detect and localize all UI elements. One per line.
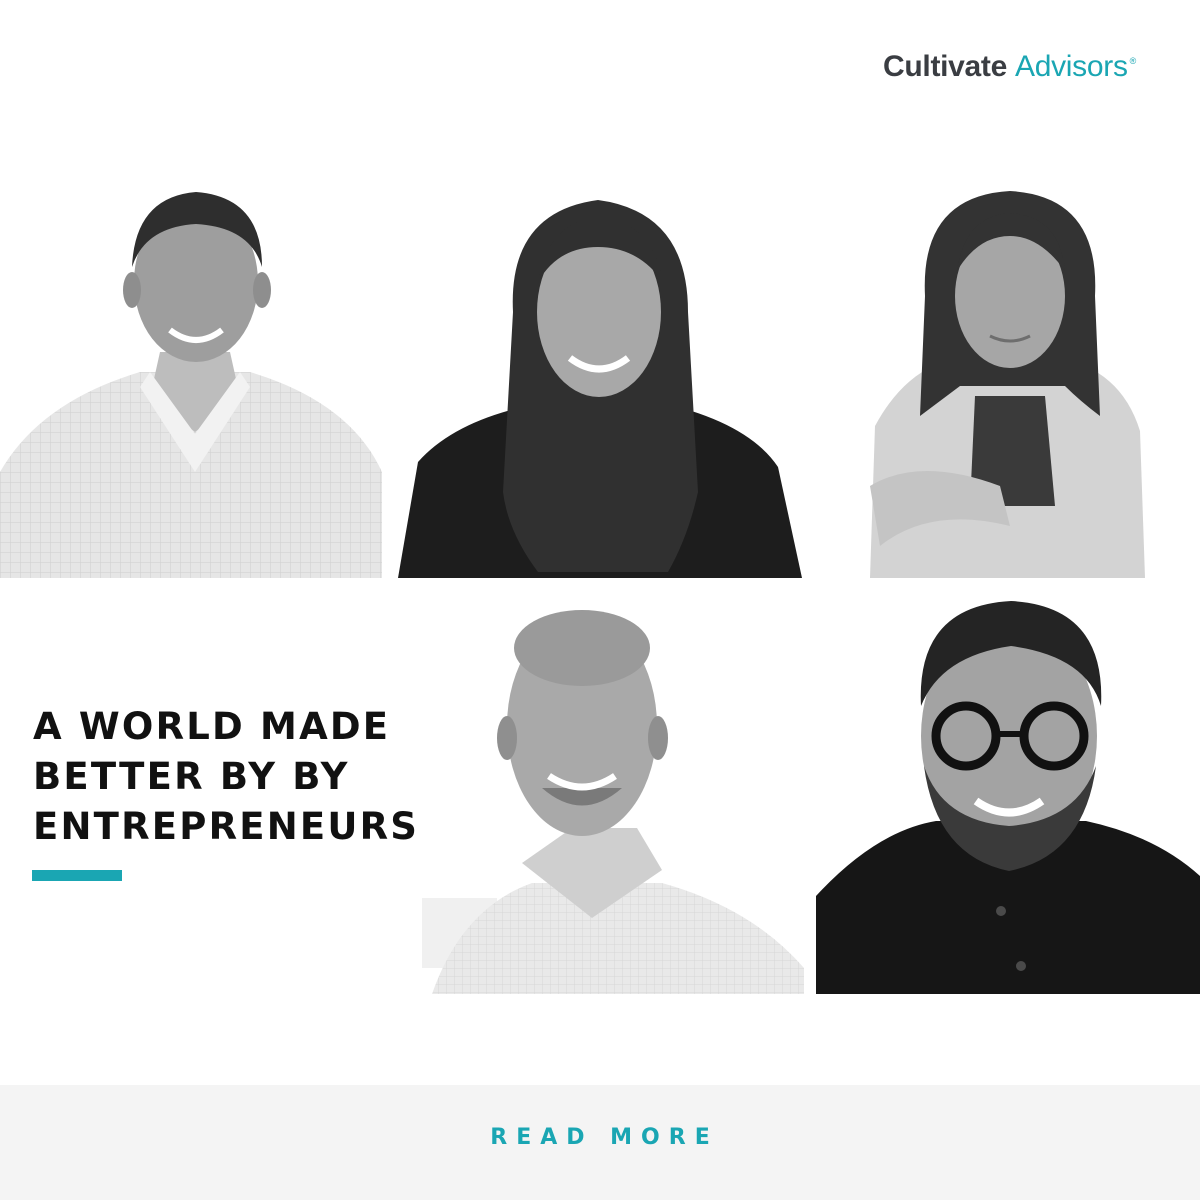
brand-name-part2: Advisors xyxy=(1015,50,1128,83)
team-photo-2 xyxy=(398,192,802,578)
brand-logo: Cultivate Advisors ® xyxy=(883,50,1136,84)
headline-line-2: BETTER BY BY xyxy=(33,755,350,798)
headline: A WORLD MADE BETTER BY BY ENTREPRENEURS xyxy=(33,702,419,852)
team-photo-1 xyxy=(0,172,382,578)
read-more-link[interactable]: READ MORE xyxy=(481,1125,718,1150)
brand-name-part1: Cultivate xyxy=(883,50,1008,83)
headline-line-3: ENTREPRENEURS xyxy=(33,805,420,848)
footer-bar: READ MORE xyxy=(0,1085,1200,1200)
team-photo-4 xyxy=(422,608,804,994)
accent-bar xyxy=(32,870,122,881)
registered-mark: ® xyxy=(1129,56,1137,66)
headline-line-1: A WORLD MADE xyxy=(33,705,391,748)
team-photo-3 xyxy=(860,186,1150,578)
team-photo-5 xyxy=(816,596,1200,994)
